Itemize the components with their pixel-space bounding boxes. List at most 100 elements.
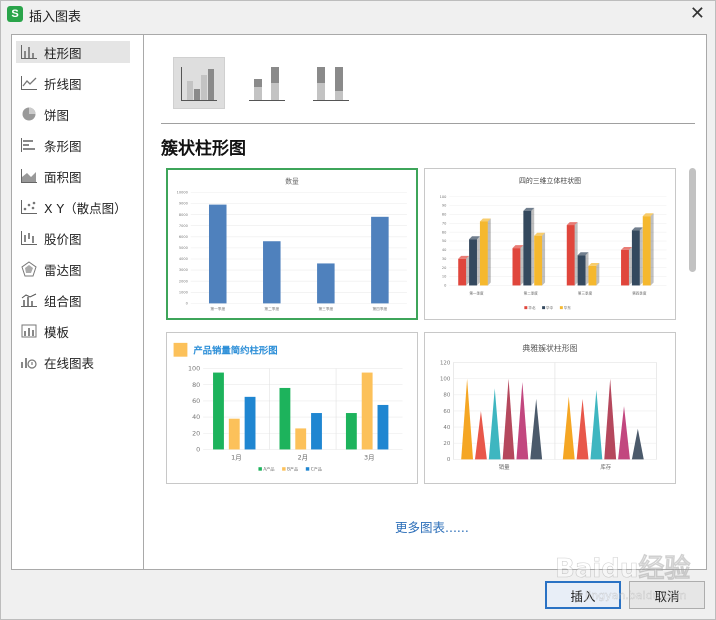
- y-tick-label: 60: [192, 397, 200, 405]
- sidebar-item-radar[interactable]: 雷达图: [16, 258, 130, 280]
- chart-title: 产品销量简约柱形图: [193, 345, 277, 357]
- bar: [577, 255, 586, 286]
- legend-label: 华中: [546, 305, 554, 310]
- y-tick-label: 20: [192, 429, 200, 437]
- cone-bar: [530, 398, 543, 460]
- y-tick-label: 5000: [179, 246, 188, 250]
- bar: [534, 235, 543, 286]
- y-tick-label: 80: [192, 381, 200, 389]
- sidebar-item-bar[interactable]: 条形图: [16, 134, 130, 156]
- percent-stacked-column-icon: [313, 67, 349, 101]
- bar: [469, 239, 477, 286]
- thumbnail-grid: 数量 10000 9000 8000 7000 6000 5000 4000 3000 2000 1…: [166, 168, 676, 488]
- sidebar-item-area[interactable]: 面积图: [16, 165, 130, 187]
- sidebar-item-label: 在线图表: [44, 355, 95, 371]
- x-tick-label: 第四季度: [373, 306, 388, 311]
- stacked-column-icon: [249, 67, 285, 101]
- cone-bar: [516, 381, 529, 460]
- y-tick-label: 100: [440, 195, 448, 199]
- x-tick-label: 2月: [298, 453, 308, 461]
- y-tick-label: 40: [443, 425, 450, 431]
- bar-side: [596, 262, 600, 286]
- sidebar-item-label: 饼图: [44, 107, 70, 123]
- cone-bar: [475, 410, 487, 460]
- thumbnail-chart-3[interactable]: 产品销量简约柱形图 100 80 60 40 20 0 1月 2月 3月 A产品 B产品 C产品: [166, 332, 418, 484]
- cone-bar: [502, 378, 515, 460]
- dialog-title: 插入图表: [29, 10, 82, 25]
- x-tick-label: 第四季度: [632, 290, 647, 295]
- legend-label: B产品: [287, 466, 298, 472]
- clustered-column-icon: [181, 67, 217, 101]
- bar-chart-icon: [20, 137, 38, 153]
- chart-title: 四的三维立体柱状图: [519, 176, 581, 185]
- thumbnail-chart-4[interactable]: 典雅簇状柱形图 120 100 80 60 40 20 0 销量 库存: [424, 332, 676, 484]
- close-icon[interactable]: ✕: [690, 3, 705, 24]
- legend-swatch: [258, 467, 262, 471]
- bar-side: [487, 218, 491, 286]
- radar-chart-icon: [20, 261, 38, 277]
- area-chart-icon: [20, 168, 38, 184]
- more-charts-link[interactable]: 更多图表......: [395, 517, 469, 536]
- y-tick-label: 6000: [179, 235, 188, 239]
- cone-bar: [604, 378, 617, 460]
- y-tick-label: 70: [442, 221, 447, 225]
- bar: [458, 258, 467, 286]
- bar: [361, 372, 373, 450]
- sidebar-item-scatter[interactable]: X Y（散点图）: [16, 196, 130, 218]
- sidebar-item-stock[interactable]: 股价图: [16, 227, 130, 249]
- y-tick-label: 20: [443, 441, 450, 447]
- sidebar-item-label: X Y（散点图）: [44, 200, 127, 216]
- thumbnail-chart-2[interactable]: 四的三维立体柱状图 100 90 80 70 60 50 40 30 20 10 0 第一季度 第二季度第…: [424, 168, 676, 320]
- chart-title: 数量: [285, 177, 299, 186]
- svg-text:Baidu经验: Baidu经验: [555, 553, 690, 584]
- column-chart-icon: [20, 44, 38, 60]
- sidebar-item-online[interactable]: 在线图表: [16, 351, 130, 373]
- y-tick-label: 4000: [179, 257, 188, 261]
- bar-side: [628, 246, 632, 286]
- subtype-percent-stacked-column[interactable]: [305, 57, 357, 109]
- legend-label: 华北: [528, 305, 536, 310]
- legend-label: 华东: [564, 305, 572, 310]
- sidebar-item-label: 折线图: [44, 76, 82, 92]
- sidebar-item-label: 组合图: [44, 293, 82, 309]
- bar-side: [650, 213, 654, 286]
- x-tick-label: 第一季度: [210, 306, 225, 311]
- y-tick-label: 100: [440, 377, 451, 383]
- bar-side: [466, 255, 470, 286]
- sidebar-item-pie[interactable]: 饼图: [16, 103, 130, 125]
- y-tick-label: 40: [192, 413, 200, 421]
- section-title: 簇状柱形图: [161, 139, 246, 159]
- x-tick-label: 1月: [231, 453, 241, 461]
- sidebar-item-combo[interactable]: 组合图: [16, 289, 130, 311]
- thumbnail-4-svg: 典雅簇状柱形图 120 100 80 60 40 20 0 销量 库存: [440, 343, 657, 471]
- y-tick-label: 2000: [179, 279, 188, 283]
- bar: [377, 404, 389, 450]
- y-tick-label: 10000: [177, 191, 188, 195]
- chart-type-sidebar: 柱形图 折线图 饼图 条形图 面积图 X Y（散点图） 股价图 雷达图 组合图 …: [12, 35, 144, 569]
- subtype-clustered-column[interactable]: [173, 57, 225, 109]
- cone-bar: [618, 406, 630, 460]
- y-tick-label: 90: [442, 204, 447, 208]
- sidebar-item-line[interactable]: 折线图: [16, 72, 130, 94]
- y-tick-label: 8000: [179, 213, 188, 217]
- bar: [317, 263, 335, 304]
- gallery-scrollbar[interactable]: [687, 168, 699, 508]
- x-tick-label: 第二季度: [264, 306, 279, 311]
- sidebar-item-column[interactable]: 柱形图: [16, 41, 130, 63]
- thumbnail-chart-1[interactable]: 数量 10000 9000 8000 7000 6000 5000 4000 3000 2000 1…: [166, 168, 418, 320]
- pie-chart-icon: [20, 106, 38, 122]
- thumbnail-1-svg: 数量10000900080007000600050004000300020001…: [177, 177, 407, 311]
- x-tick-label: 销量: [499, 463, 510, 471]
- chart-gallery: 簇状柱形图 数量 10000 9000 8000 7000 6000 5000 4000 300…: [145, 35, 706, 569]
- sidebar-item-label: 柱形图: [44, 45, 82, 61]
- bar: [345, 413, 357, 450]
- x-tick-label: 第二季度: [524, 290, 539, 295]
- baidu-watermark: Baidu经验 jingyan.baidu.com: [555, 553, 691, 603]
- legend-swatch: [305, 467, 310, 471]
- scroll-thumb[interactable]: [689, 168, 696, 272]
- template-icon: [20, 323, 38, 339]
- subtype-stacked-column[interactable]: [241, 57, 293, 109]
- sidebar-item-template[interactable]: 模板: [16, 320, 130, 342]
- y-tick-label: 0: [444, 284, 447, 288]
- bar-side: [476, 236, 480, 286]
